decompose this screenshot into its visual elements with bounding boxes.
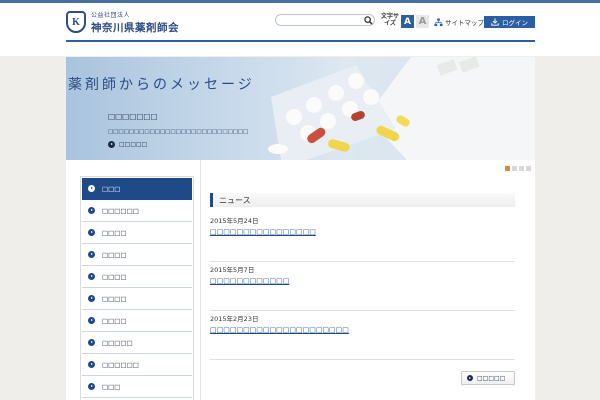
logo-title: 神奈川県薬剤師会 <box>91 21 179 34</box>
hero-banner[interactable]: 薬剤師からのメッセージ □□□□□□□ □□□□□□□□□□□□□□□□□□□□… <box>66 57 535 160</box>
sidebar-nav: □□□ □□□□□□ □□□□ □□□□ □□□□ □□□□ □□□□ □□□□… <box>82 178 192 398</box>
hero-more-link[interactable]: □□□□□ <box>108 141 147 148</box>
news-link[interactable]: □□□□□□□□□□□□□□□□□□□□□ <box>210 326 349 334</box>
header-divider <box>66 40 535 42</box>
slider-dot[interactable] <box>526 166 531 171</box>
arrow-circle-icon <box>88 185 95 192</box>
sidebar-item[interactable]: □□□□□□ <box>82 200 192 222</box>
column-divider <box>200 160 201 400</box>
arrow-circle-icon <box>88 361 95 368</box>
slider-dot[interactable] <box>512 166 517 171</box>
sidebar-item-label: □□□□□□ <box>102 360 139 369</box>
sidebar-item-label: □□□ <box>102 382 121 391</box>
search-icon <box>363 15 373 25</box>
news-item: 2015年5月24日 □□□□□□□□□□□□□□□□ <box>210 213 515 262</box>
hero-description: □□□□□□□□□□□□□□□□□□□□□□□□□□□ <box>108 129 249 135</box>
sitemap-link[interactable]: サイトマップ <box>434 17 484 27</box>
logo-subtitle: 公益社団法人 <box>91 11 131 19</box>
sidebar-item[interactable]: □□□□ <box>82 266 192 288</box>
arrow-circle-icon <box>88 207 95 214</box>
login-label: ログイン <box>502 19 528 27</box>
hero-more-label: □□□□□ <box>119 141 148 148</box>
sitemap-label: サイトマップ <box>445 19 484 27</box>
login-button[interactable]: ログイン <box>484 16 535 28</box>
arrow-circle-icon <box>467 375 473 381</box>
font-size-label: 文字サイズ <box>381 13 400 27</box>
site-logo[interactable]: K 公益社団法人 神奈川県薬剤師会 <box>66 9 179 35</box>
news-date: 2015年5月7日 <box>210 266 255 274</box>
slider-pagination <box>505 166 531 171</box>
news-heading: ニュース <box>210 193 515 207</box>
sitemap-icon <box>434 17 443 26</box>
sidebar-item-label: □□□□ <box>102 316 127 325</box>
hero-subtitle: □□□□□□□ <box>108 112 158 121</box>
slider-dot[interactable] <box>519 166 524 171</box>
arrow-circle-icon <box>88 383 95 390</box>
search-input[interactable] <box>275 14 375 26</box>
sidebar-item-label: □□□□ <box>102 294 127 303</box>
logo-mark-letter: K <box>72 16 80 28</box>
login-icon <box>491 18 499 26</box>
sidebar-item[interactable]: □□□□□ <box>82 332 192 354</box>
news-link[interactable]: □□□□□□□□□□□□ <box>210 277 289 285</box>
sidebar-item[interactable]: □□□ <box>82 178 192 200</box>
logo-text: 公益社団法人 神奈川県薬剤師会 <box>91 10 179 35</box>
sidebar-item-label: □□□□□□ <box>102 206 139 215</box>
font-size-small-button[interactable]: A <box>401 15 414 28</box>
news-more-label: □□□□□ <box>477 374 506 382</box>
sidebar-item[interactable]: □□□□ <box>82 288 192 310</box>
sidebar-item[interactable]: □□□□ <box>82 244 192 266</box>
news-item: 2015年2月23日 □□□□□□□□□□□□□□□□□□□□□ <box>210 311 515 360</box>
logo-mark-icon: K <box>66 11 86 33</box>
news-list: 2015年5月24日 □□□□□□□□□□□□□□□□ 2015年5月7日 □□… <box>210 213 515 360</box>
arrow-circle-icon <box>88 339 95 346</box>
sidebar-item-label: □□□ <box>102 184 121 193</box>
hero-title: 薬剤師からのメッセージ <box>68 77 255 93</box>
arrow-circle-icon <box>88 317 95 324</box>
sidebar-item-label: □□□□ <box>102 272 127 281</box>
news-date: 2015年2月23日 <box>210 315 259 323</box>
search-button[interactable] <box>362 15 374 25</box>
news-link[interactable]: □□□□□□□□□□□□□□□□ <box>210 228 316 236</box>
sidebar-item-label: □□□□ <box>102 228 127 237</box>
news-more-button[interactable]: □□□□□ <box>461 371 515 385</box>
sidebar-item-label: □□□□□ <box>102 338 133 347</box>
arrow-circle-icon <box>88 229 95 236</box>
news-date: 2015年5月24日 <box>210 217 259 225</box>
sidebar-item[interactable]: □□□ <box>82 376 192 398</box>
font-size-large-button[interactable]: A <box>416 15 429 28</box>
site-header: K 公益社団法人 神奈川県薬剤師会 文字サイズ A A サイトマップ ログイン <box>0 3 600 43</box>
slider-dot[interactable] <box>505 166 510 171</box>
arrow-circle-icon <box>88 251 95 258</box>
sidebar-item-label: □□□□ <box>102 250 127 259</box>
arrow-circle-icon <box>88 273 95 280</box>
news-item: 2015年5月7日 □□□□□□□□□□□□ <box>210 262 515 311</box>
sidebar-item[interactable]: □□□□ <box>82 310 192 332</box>
arrow-circle-icon <box>108 141 115 148</box>
sidebar-item[interactable]: □□□□□□ <box>82 354 192 376</box>
arrow-circle-icon <box>88 295 95 302</box>
sidebar-item[interactable]: □□□□ <box>82 222 192 244</box>
